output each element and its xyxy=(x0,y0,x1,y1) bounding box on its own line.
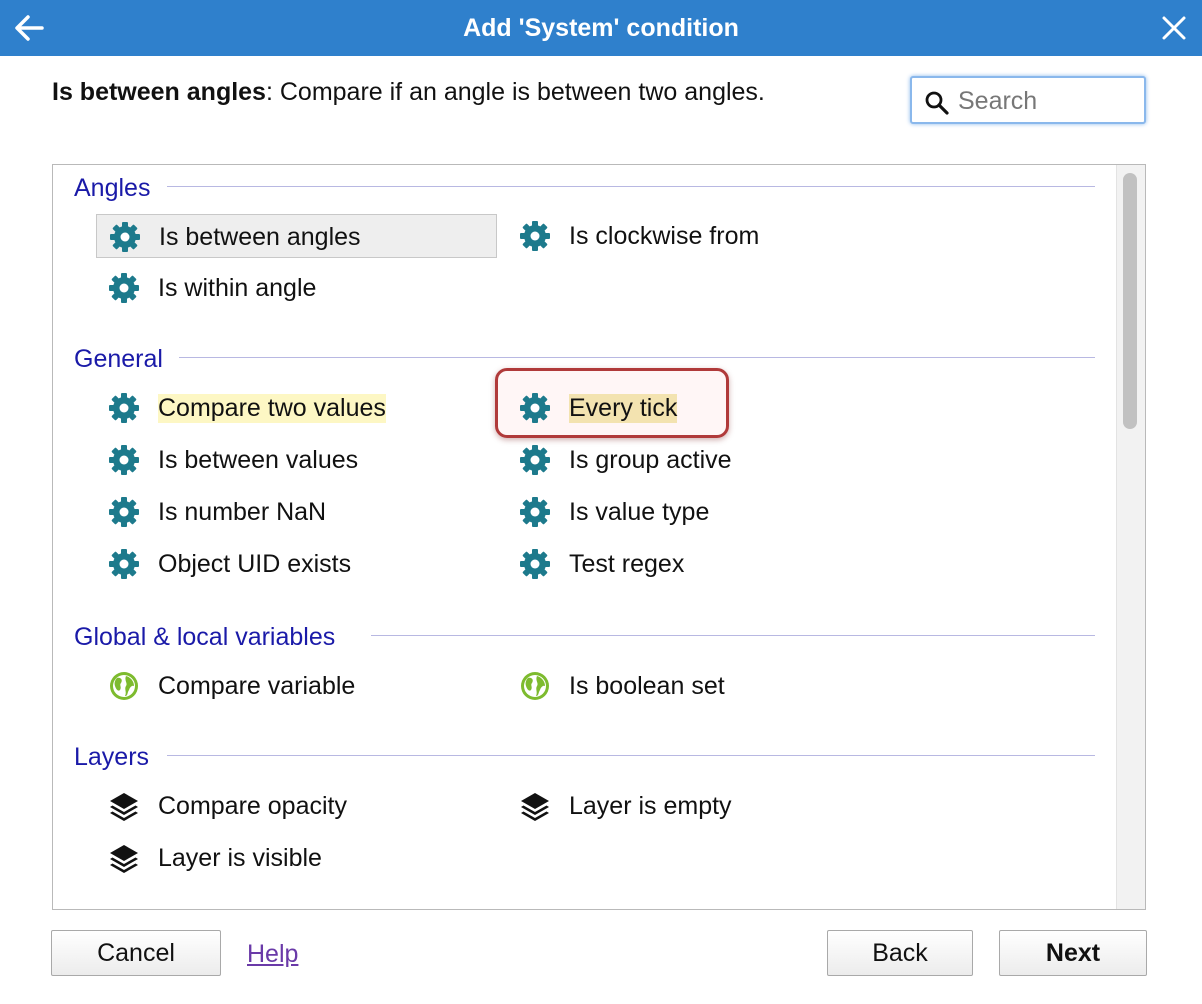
item-layer-is-visible[interactable]: Layer is visible xyxy=(96,836,416,880)
next-button[interactable]: Next xyxy=(999,930,1147,976)
gear-icon xyxy=(108,496,140,528)
search-icon xyxy=(925,91,949,115)
layers-icon xyxy=(108,790,140,822)
condition-name: Is between angles xyxy=(52,78,266,106)
item-label: Layer is visible xyxy=(158,844,322,872)
item-label: Is group active xyxy=(569,446,732,474)
scrollbar[interactable] xyxy=(1116,165,1145,909)
gear-icon xyxy=(109,221,141,253)
category-divider xyxy=(179,357,1095,358)
item-label: Object UID exists xyxy=(158,550,352,578)
category-angles: Angles xyxy=(74,174,151,202)
category-divider xyxy=(371,635,1095,636)
gear-icon xyxy=(519,220,551,252)
item-is-group-active[interactable]: Is group active xyxy=(507,438,807,482)
category-global-local-variables: Global & local variables xyxy=(74,623,336,651)
gear-icon xyxy=(108,392,140,424)
item-compare-opacity[interactable]: Compare opacity xyxy=(96,784,416,828)
item-is-number-nan[interactable]: Is number NaN xyxy=(96,490,416,534)
gear-icon xyxy=(108,548,140,580)
item-label: Is boolean set xyxy=(569,672,725,700)
item-compare-two-values[interactable]: Compare two values xyxy=(96,386,436,430)
item-is-within-angle[interactable]: Is within angle xyxy=(96,266,396,310)
gear-icon xyxy=(108,444,140,476)
item-compare-variable[interactable]: Compare variable xyxy=(96,664,416,708)
item-test-regex[interactable]: Test regex xyxy=(507,542,807,586)
condition-description: Is between angles: Compare if an angle i… xyxy=(52,78,765,107)
item-is-boolean-set[interactable]: Is boolean set xyxy=(507,664,807,708)
gear-icon xyxy=(108,272,140,304)
item-label: Is number NaN xyxy=(158,498,327,526)
gear-icon xyxy=(519,444,551,476)
title-bar: Add 'System' condition xyxy=(0,0,1202,56)
item-label: Every tick xyxy=(569,394,678,423)
item-label: Is between values xyxy=(158,446,359,474)
globe-icon xyxy=(519,670,551,702)
scrollbar-thumb[interactable] xyxy=(1123,173,1137,429)
item-is-value-type[interactable]: Is value type xyxy=(507,490,807,534)
item-label: Compare variable xyxy=(158,672,356,700)
category-general: General xyxy=(74,345,163,373)
item-is-clockwise-from[interactable]: Is clockwise from xyxy=(507,214,807,258)
item-label: Layer is empty xyxy=(569,792,732,820)
close-icon[interactable] xyxy=(1160,14,1188,42)
item-label: Compare two values xyxy=(158,394,386,423)
category-layers: Layers xyxy=(74,743,150,771)
category-divider xyxy=(167,755,1095,756)
cancel-button[interactable]: Cancel xyxy=(51,930,221,976)
item-label: Is clockwise from xyxy=(569,222,760,250)
item-is-between-angles[interactable]: Is between angles xyxy=(96,214,497,258)
item-object-uid-exists[interactable]: Object UID exists xyxy=(96,542,416,586)
condition-description-text: : Compare if an angle is between two ang… xyxy=(265,78,765,106)
gear-icon xyxy=(519,496,551,528)
item-label: Test regex xyxy=(569,550,685,578)
globe-icon xyxy=(108,670,140,702)
item-label: Compare opacity xyxy=(158,792,347,820)
condition-list[interactable]: Angles Is between angles Is clockwise fr… xyxy=(52,164,1146,910)
layers-icon xyxy=(519,790,551,822)
category-divider xyxy=(167,186,1095,187)
item-every-tick[interactable]: Every tick xyxy=(507,386,717,430)
gear-icon xyxy=(519,392,551,424)
gear-icon xyxy=(519,548,551,580)
search-input[interactable] xyxy=(956,84,1140,118)
search-box[interactable] xyxy=(910,76,1146,124)
back-button[interactable]: Back xyxy=(827,930,973,976)
window-title: Add 'System' condition xyxy=(463,14,739,42)
item-is-between-values[interactable]: Is between values xyxy=(96,438,416,482)
item-label: Is between angles xyxy=(159,223,361,251)
help-link[interactable]: Help xyxy=(247,940,298,969)
item-label: Is within angle xyxy=(158,274,317,302)
layers-icon xyxy=(108,842,140,874)
item-label: Is value type xyxy=(569,498,710,526)
item-layer-is-empty[interactable]: Layer is empty xyxy=(507,784,807,828)
